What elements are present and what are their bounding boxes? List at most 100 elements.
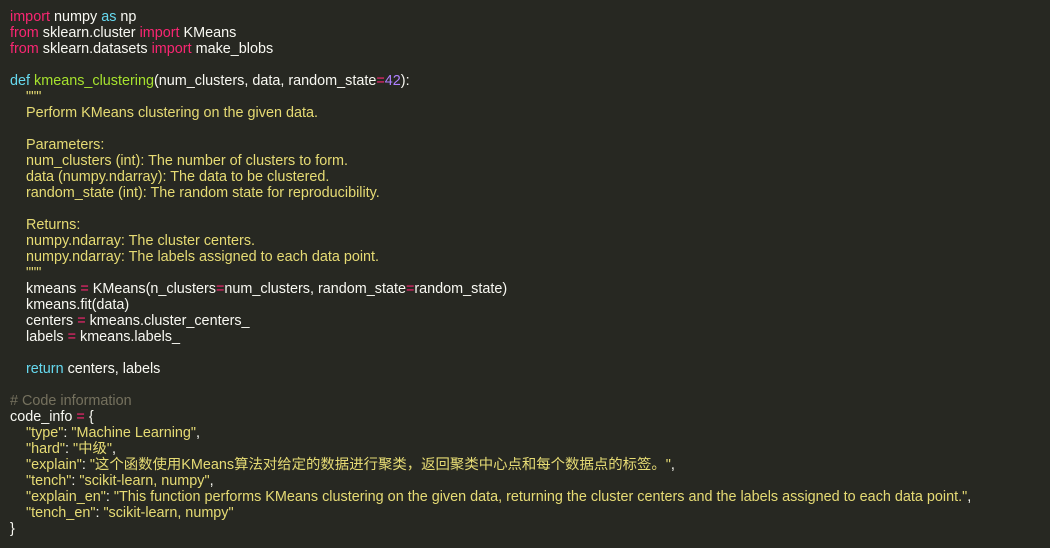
code-line: ​ [10, 345, 1050, 361]
code-line: ​ [10, 121, 1050, 137]
code-token: num_clusters, random_state [224, 281, 406, 297]
code-token: "scikit-learn, numpy" [103, 505, 234, 521]
code-token: "这个函数使用KMeans算法对给定的数据进行聚类，返回聚类中心点和每个数据点的… [89, 457, 671, 473]
code-token: kmeans.labels_ [76, 329, 180, 345]
code-token: = [77, 313, 86, 329]
code-token: , [670, 457, 675, 473]
code-line: data (numpy.ndarray): The data to be clu… [10, 169, 1050, 185]
code-line: ​ [10, 57, 1050, 73]
code-line: ​ [10, 377, 1050, 393]
code-token: """ [10, 265, 42, 281]
code-token: Parameters: [10, 137, 105, 153]
code-token: = [80, 281, 89, 297]
code-token: } [10, 521, 15, 537]
code-line: return centers, labels [10, 361, 1050, 377]
code-token: sklearn.cluster [38, 25, 140, 41]
code-token: , [209, 473, 214, 489]
code-line: numpy.ndarray: The cluster centers. [10, 233, 1050, 249]
code-token: np [116, 9, 137, 25]
code-token: , [196, 425, 201, 441]
code-token: KMeans [179, 25, 237, 41]
code-token: random_state) [414, 281, 508, 297]
code-line: "type": "Machine Learning", [10, 425, 1050, 441]
code-token: kmeans [10, 281, 81, 297]
code-line: Returns: [10, 217, 1050, 233]
code-token: = [376, 73, 385, 89]
code-token: KMeans(n_clusters [88, 281, 216, 297]
code-line: from sklearn.cluster import KMeans [10, 25, 1050, 41]
code-token: = [67, 329, 76, 345]
code-token: "This function performs KMeans clusterin… [113, 489, 968, 505]
code-token: data (numpy.ndarray): The data to be clu… [10, 169, 330, 185]
code-token: "explain" [26, 457, 82, 473]
code-token: import [151, 41, 192, 57]
code-line: def kmeans_clustering(num_clusters, data… [10, 73, 1050, 89]
code-token: centers [10, 313, 78, 329]
code-token: from [10, 25, 39, 41]
code-line: Parameters: [10, 137, 1050, 153]
code-token: """ [10, 89, 42, 105]
code-token: (num_clusters, data, random_state [154, 73, 377, 89]
code-token: kmeans_clustering [34, 73, 154, 89]
code-editor[interactable]: import numpy as np from sklearn.cluster i… [0, 0, 1050, 548]
code-token: "explain_en" [26, 489, 106, 505]
code-token: centers, labels [63, 361, 161, 377]
code-token: kmeans.cluster_centers_ [85, 313, 250, 329]
code-line: Perform KMeans clustering on the given d… [10, 105, 1050, 121]
code-token: # Code information [10, 393, 132, 409]
code-token: "scikit-learn, numpy" [79, 473, 210, 489]
code-token: from [10, 41, 39, 57]
code-token: labels [10, 329, 68, 345]
code-line: """ [10, 89, 1050, 105]
code-token: 42 [384, 73, 401, 89]
code-token: kmeans.fit(data) [10, 297, 130, 313]
code-line: "explain_en": "This function performs KM… [10, 489, 1050, 505]
code-token: ): [400, 73, 410, 89]
code-line: num_clusters (int): The number of cluste… [10, 153, 1050, 169]
code-token: , [967, 489, 972, 505]
code-token: import [10, 9, 50, 25]
code-line: ​ [10, 201, 1050, 217]
code-line: "explain": "这个函数使用KMeans算法对给定的数据进行聚类，返回聚… [10, 457, 1050, 473]
code-token: def [10, 73, 31, 89]
code-line: "hard": "中级", [10, 441, 1050, 457]
code-token: Perform KMeans clustering on the given d… [10, 105, 318, 121]
code-line: "tench": "scikit-learn, numpy", [10, 473, 1050, 489]
code-line: kmeans.fit(data) [10, 297, 1050, 313]
code-line: labels = kmeans.labels_ [10, 329, 1050, 345]
code-token: Returns: [10, 217, 81, 233]
code-line: # Code information [10, 393, 1050, 409]
code-line: from sklearn.datasets import make_blobs [10, 41, 1050, 57]
code-line: code_info = { [10, 409, 1050, 425]
code-token: "中级" [73, 441, 113, 457]
code-token: import [139, 25, 180, 41]
code-token: return [26, 361, 64, 377]
code-token: = [76, 409, 85, 425]
code-token: : [105, 489, 114, 505]
code-token: , [112, 441, 117, 457]
code-token: "Machine Learning" [71, 425, 197, 441]
code-line: numpy.ndarray: The labels assigned to ea… [10, 249, 1050, 265]
code-token: { [84, 409, 94, 425]
code-token: : [65, 441, 74, 457]
code-line: import numpy as np [10, 9, 1050, 25]
code-token: numpy [49, 9, 102, 25]
code-token: numpy.ndarray: The cluster centers. [10, 233, 256, 249]
code-token: "tench_en" [26, 505, 96, 521]
code-token: num_clusters (int): The number of cluste… [10, 153, 349, 169]
code-token: code_info [10, 409, 77, 425]
code-line: } [10, 521, 1050, 537]
code-token: make_blobs [191, 41, 274, 57]
code-line: kmeans = KMeans(n_clusters=num_clusters,… [10, 281, 1050, 297]
code-token: numpy.ndarray: The labels assigned to ea… [10, 249, 380, 265]
code-line: random_state (int): The random state for… [10, 185, 1050, 201]
code-line: "tench_en": "scikit-learn, numpy" [10, 505, 1050, 521]
code-token: as [101, 9, 117, 25]
code-token: random_state (int): The random state for… [10, 185, 380, 201]
